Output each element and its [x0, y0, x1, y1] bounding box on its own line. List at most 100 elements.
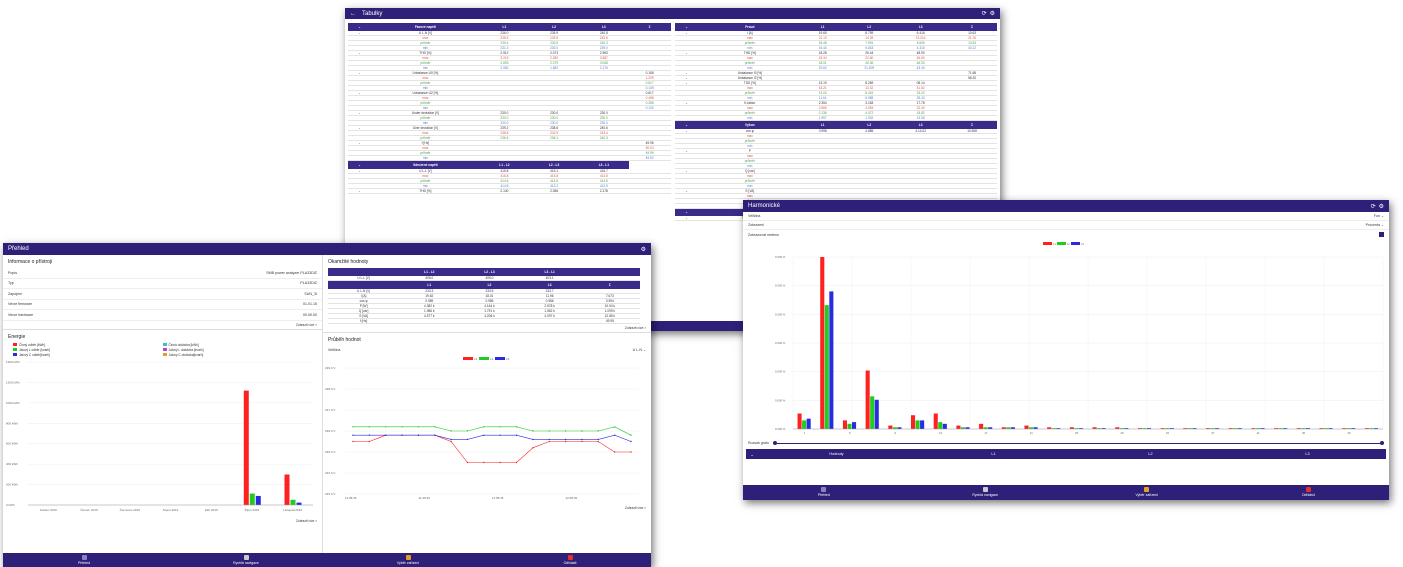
x-tick-label: 49: [1347, 431, 1351, 435]
legend-label: L2: [490, 357, 494, 361]
nav-vyber[interactable]: Výběr zařízení: [327, 553, 489, 567]
legend-item[interactable]: Jalový L dodávka [kvarh]: [162, 347, 313, 352]
table-cell: L2 - L3: [484, 270, 495, 274]
data-point: [483, 434, 485, 436]
bar: [1010, 427, 1015, 429]
nav-vyber[interactable]: Výběr zařízení: [1066, 485, 1228, 500]
y-tick-label: 236.0 V: [325, 429, 335, 433]
legend-item[interactable]: Jalový C dodávka[kvarh]: [162, 352, 313, 357]
prubeh-select-label: Veličina: [328, 347, 341, 352]
checkbox-icon[interactable]: [1379, 232, 1384, 237]
data-point: [630, 434, 632, 436]
collapse-icon[interactable]: ⌄: [348, 23, 371, 31]
legend-item[interactable]: Jalový C odběr[kvarh]: [13, 352, 163, 357]
x-tick-label: Listopad 2019: [283, 508, 302, 512]
harm-row-zobrazeni[interactable]: Zobrazení Procenta ⌄: [743, 221, 1389, 230]
info-value: PLA33DIZ: [300, 281, 317, 286]
table-cell: L2: [487, 282, 492, 287]
table-cell: Σ: [608, 282, 611, 287]
x-tick-label: Květen 2019: [40, 508, 57, 512]
collapse-icon[interactable]: ⌄: [746, 452, 758, 457]
expand-icon[interactable]: ⌄: [674, 216, 699, 221]
nav-rychla[interactable]: Rychlá navigace: [905, 485, 1067, 500]
info-row: Verze hardware 00.00.00: [3, 310, 322, 321]
bar: [1024, 425, 1029, 429]
header-cell: L2: [552, 25, 556, 29]
y-tick-label: 0.000 %: [775, 312, 786, 316]
table-cell: [328, 281, 399, 289]
harm-row-velicina[interactable]: Veličina Fun ⌄: [743, 212, 1389, 221]
collapse-icon[interactable]: ⌄: [675, 23, 699, 31]
data-point: [466, 429, 469, 432]
nav-odhlasit[interactable]: Odhlásit: [1228, 485, 1390, 500]
bar: [1029, 427, 1034, 429]
table-cell: THD [%]: [371, 188, 480, 194]
header-cell: Výkon: [745, 122, 755, 127]
data-point: [581, 429, 583, 432]
settings-icon[interactable]: ⚙: [990, 10, 995, 17]
refresh-icon[interactable]: ⟳: [1371, 203, 1376, 210]
legend-item[interactable]: Činná dodávka [kWh]: [162, 342, 313, 347]
energie-more-link[interactable]: Zobrazit více >: [3, 517, 322, 525]
nav-prehled[interactable]: Přehled: [743, 485, 905, 500]
logout-icon: [567, 555, 573, 560]
data-point: [401, 434, 403, 436]
header-cell: Σ: [971, 25, 974, 29]
legend-label: Jalový L odběr [kvarh]: [19, 347, 51, 352]
x-tick-label: Září 2019: [205, 508, 218, 512]
slider-track[interactable]: [776, 442, 1380, 444]
data-point: [352, 425, 354, 427]
bar: [802, 420, 807, 429]
x-tick-label: 41: [1257, 431, 1261, 435]
info-value: 01.01.15: [303, 302, 317, 307]
nav-rychla[interactable]: Rychlá navigace: [165, 553, 327, 567]
prubeh-more-link[interactable]: Zobrazit více >: [323, 504, 651, 512]
header-cell: Proud: [745, 25, 755, 29]
collapse-icon[interactable]: ⌄: [675, 121, 699, 129]
table-header: ⌄ Výkon L1 L2 L3 Σ: [674, 120, 997, 129]
legend-swatch: [13, 342, 17, 346]
data-point: [548, 440, 550, 442]
collapse-icon[interactable]: ⌄: [675, 208, 699, 216]
x-tick-label: Říjen 2019: [245, 507, 260, 512]
info-more-link[interactable]: Zobrazit více >: [3, 321, 322, 329]
harm-row-meteno[interactable]: Zobrazovat meteno: [743, 230, 1389, 239]
harmonicke-window: Harmonické ⟳ ⚙ Veličina Fun ⌄ Zobrazení Pr…: [743, 200, 1389, 500]
data-point: [450, 429, 452, 432]
bar: [865, 370, 870, 429]
y-tick-label: 200 kWh: [6, 482, 18, 486]
collapse-icon[interactable]: ⌄: [348, 161, 371, 169]
slider-handle-end[interactable]: [1380, 441, 1384, 445]
bar: [1092, 427, 1097, 429]
bar: [1006, 427, 1011, 429]
settings-icon[interactable]: ⚙: [641, 246, 646, 253]
y-tick-label: 238.0 V: [325, 387, 335, 391]
data-point: [613, 450, 616, 453]
data-point: [450, 438, 452, 440]
prubeh-select[interactable]: Veličina U L-N ⌄: [323, 346, 651, 354]
info-key: Typ: [8, 281, 14, 286]
legend-label: Jalový C dodávka[kvarh]: [168, 352, 204, 357]
back-arrow-icon[interactable]: ←: [350, 11, 356, 17]
range-slider[interactable]: Rozsah grafu: [743, 439, 1389, 447]
okam-more-link[interactable]: Zobrazit více >: [323, 324, 651, 332]
settings-icon[interactable]: ⚙: [1379, 203, 1384, 210]
expand-icon[interactable]: ⌄: [348, 188, 372, 194]
data-point: [368, 425, 371, 427]
refresh-icon[interactable]: ⟳: [982, 10, 987, 17]
tabulky-topbar: ← Tabulky ⟳ ⚙: [345, 8, 1000, 19]
data-point: [564, 438, 567, 440]
nav-prehled[interactable]: Přehled: [3, 553, 165, 567]
header-cell: L1 - L2: [499, 162, 510, 167]
grid-icon: [243, 555, 249, 560]
nav-odhlasit[interactable]: Odhlásit: [489, 553, 651, 567]
home-icon: [821, 487, 827, 492]
x-tick-label: 12:08:45: [566, 496, 578, 500]
legend-label: L2: [1067, 243, 1070, 246]
table-cell: [628, 188, 671, 194]
legend-item[interactable]: Jalový L odběr [kvarh]: [13, 347, 163, 352]
table-row: ⌄ THD [%] 2.140 2.056 2.178: [348, 188, 671, 194]
legend-item[interactable]: Činný odběr [kWh]: [13, 342, 163, 347]
data-point: [417, 434, 420, 436]
bar: [852, 422, 857, 429]
